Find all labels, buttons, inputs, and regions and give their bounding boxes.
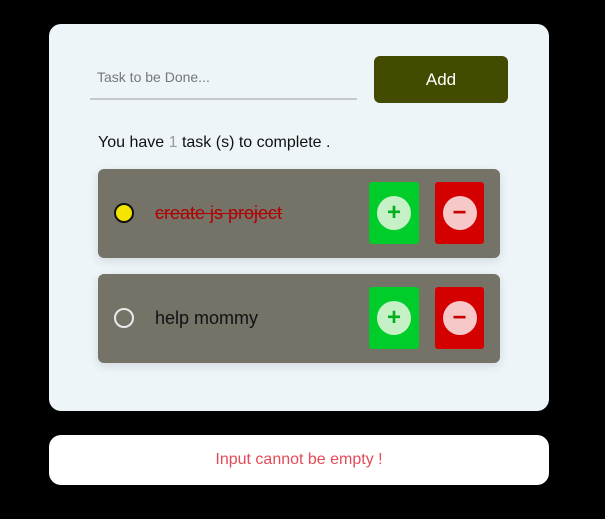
add-subtask-button[interactable]: +: [369, 287, 419, 349]
minus-circle-icon: −: [442, 196, 477, 230]
add-subtask-button[interactable]: +: [369, 182, 419, 244]
todo-card: Add You have 1 task (s) to complete . cr…: [49, 24, 549, 411]
delete-task-button[interactable]: −: [435, 287, 484, 349]
minus-circle-icon: −: [442, 301, 477, 335]
plus-circle-icon: +: [377, 301, 411, 335]
task-input[interactable]: [90, 56, 357, 100]
error-notice: Input cannot be empty !: [49, 435, 549, 485]
summary-prefix: You have: [98, 134, 165, 151]
error-text: Input cannot be empty !: [215, 451, 383, 468]
add-button[interactable]: Add: [374, 56, 508, 103]
task-complete-radio[interactable]: [114, 203, 134, 223]
task-label: create js project: [155, 203, 283, 223]
task-label: help mommy: [155, 308, 259, 328]
task-count: 1: [168, 134, 178, 151]
task-complete-radio[interactable]: [114, 308, 134, 328]
task-summary: You have 1 task (s) to complete .: [98, 134, 330, 152]
task-item: help mommy + −: [98, 274, 500, 363]
task-item: create js project + −: [98, 169, 500, 258]
summary-suffix: task (s) to complete .: [181, 134, 331, 151]
plus-circle-icon: +: [377, 196, 411, 230]
delete-task-button[interactable]: −: [435, 182, 484, 244]
